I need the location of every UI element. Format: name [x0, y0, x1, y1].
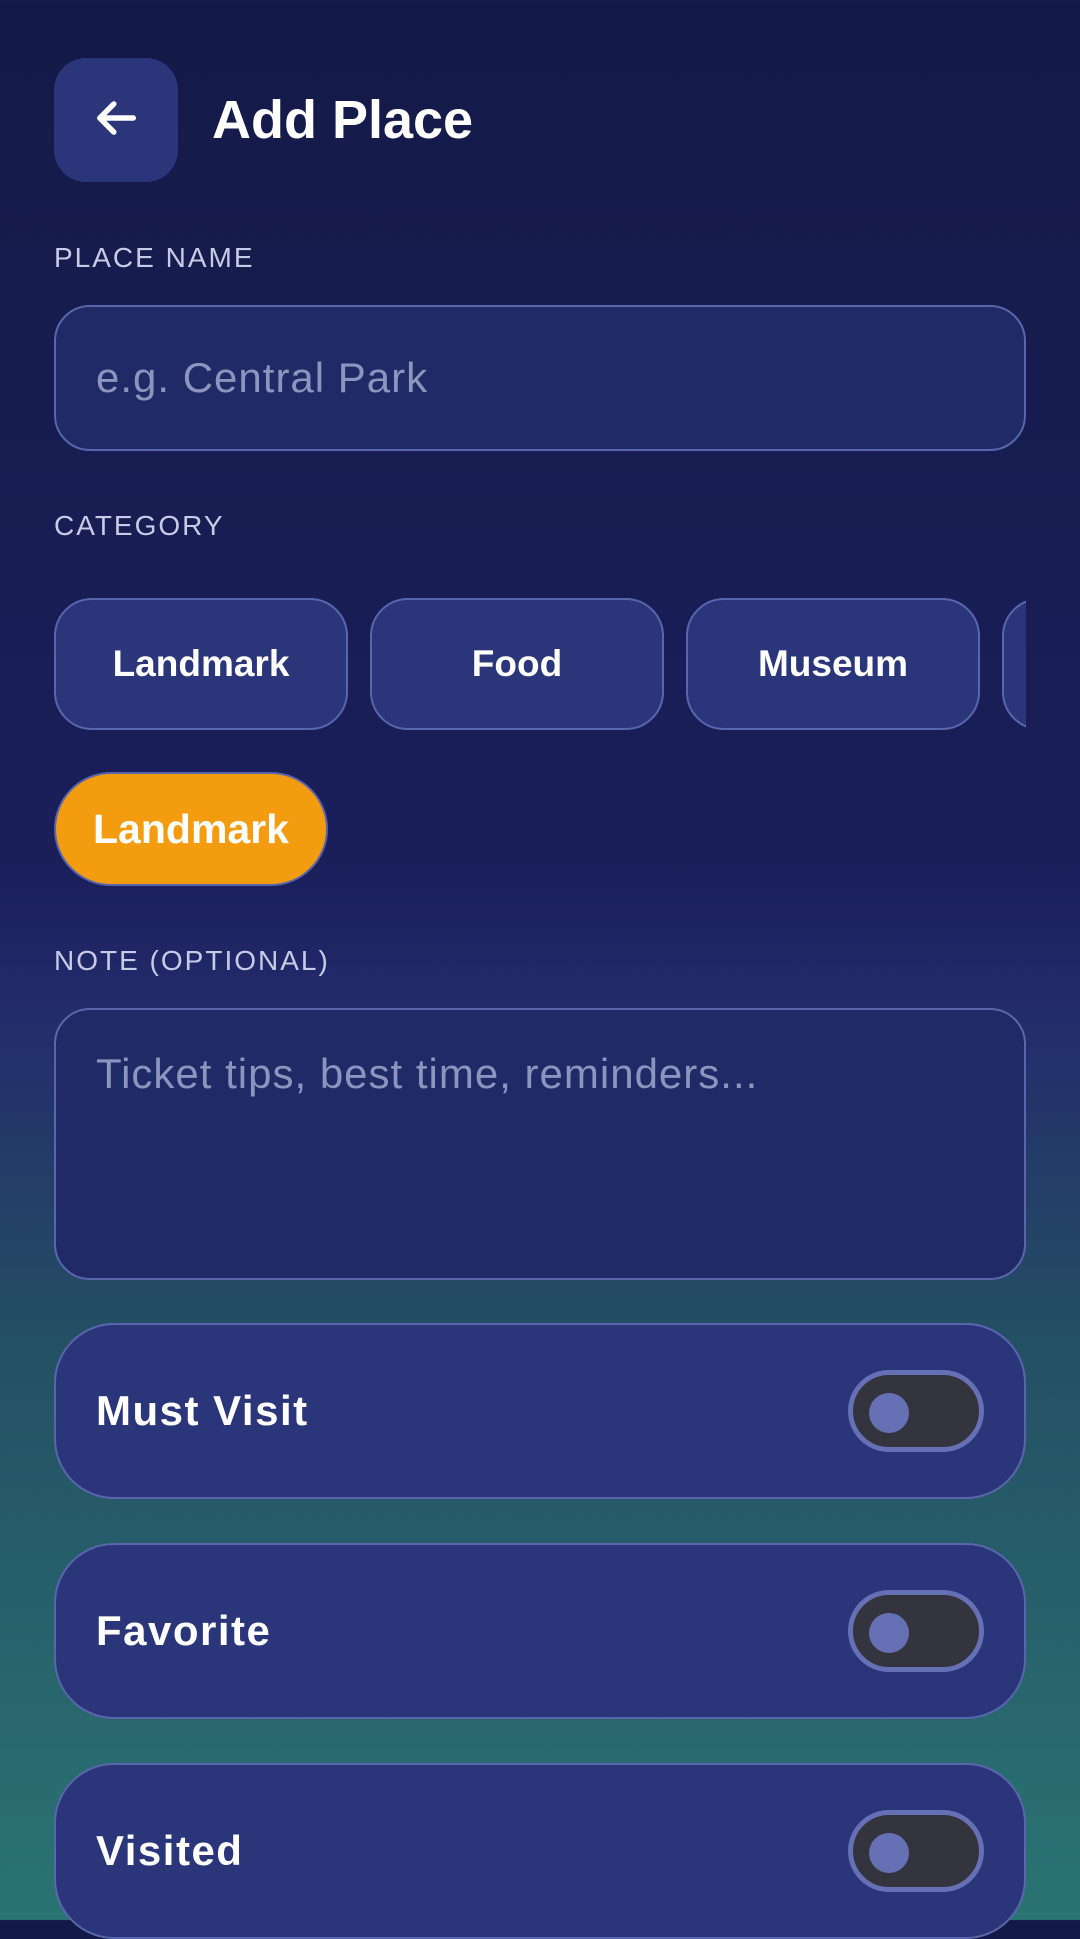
- category-chip-landmark[interactable]: Landmark: [54, 598, 348, 730]
- must-visit-row[interactable]: Must Visit: [54, 1323, 1026, 1499]
- category-chip-museum[interactable]: Museum: [686, 598, 980, 730]
- visited-row[interactable]: Visited: [54, 1763, 1026, 1939]
- favorite-label: Favorite: [96, 1607, 272, 1654]
- category-chip-row: Landmark Food Museum: [54, 598, 1026, 730]
- note-label: NOTE (OPTIONAL): [54, 945, 330, 976]
- note-textarea[interactable]: [54, 1008, 1026, 1280]
- selected-category-badge: Landmark: [54, 772, 328, 886]
- toggle-knob: [869, 1393, 909, 1433]
- toggle-knob: [869, 1833, 909, 1873]
- arrow-left-icon: [90, 92, 142, 149]
- category-label: CATEGORY: [54, 510, 225, 541]
- page-title: Add Place: [212, 90, 474, 150]
- place-name-label: PLACE NAME: [54, 242, 255, 273]
- toggle-knob: [869, 1613, 909, 1653]
- place-name-input[interactable]: [54, 305, 1026, 451]
- category-chip-more[interactable]: [1002, 598, 1026, 730]
- favorite-row[interactable]: Favorite: [54, 1543, 1026, 1719]
- category-chip-food[interactable]: Food: [370, 598, 664, 730]
- back-button[interactable]: [54, 58, 178, 182]
- visited-toggle[interactable]: [848, 1810, 984, 1892]
- must-visit-toggle[interactable]: [848, 1370, 984, 1452]
- visited-label: Visited: [96, 1827, 244, 1874]
- favorite-toggle[interactable]: [848, 1590, 984, 1672]
- must-visit-label: Must Visit: [96, 1387, 309, 1434]
